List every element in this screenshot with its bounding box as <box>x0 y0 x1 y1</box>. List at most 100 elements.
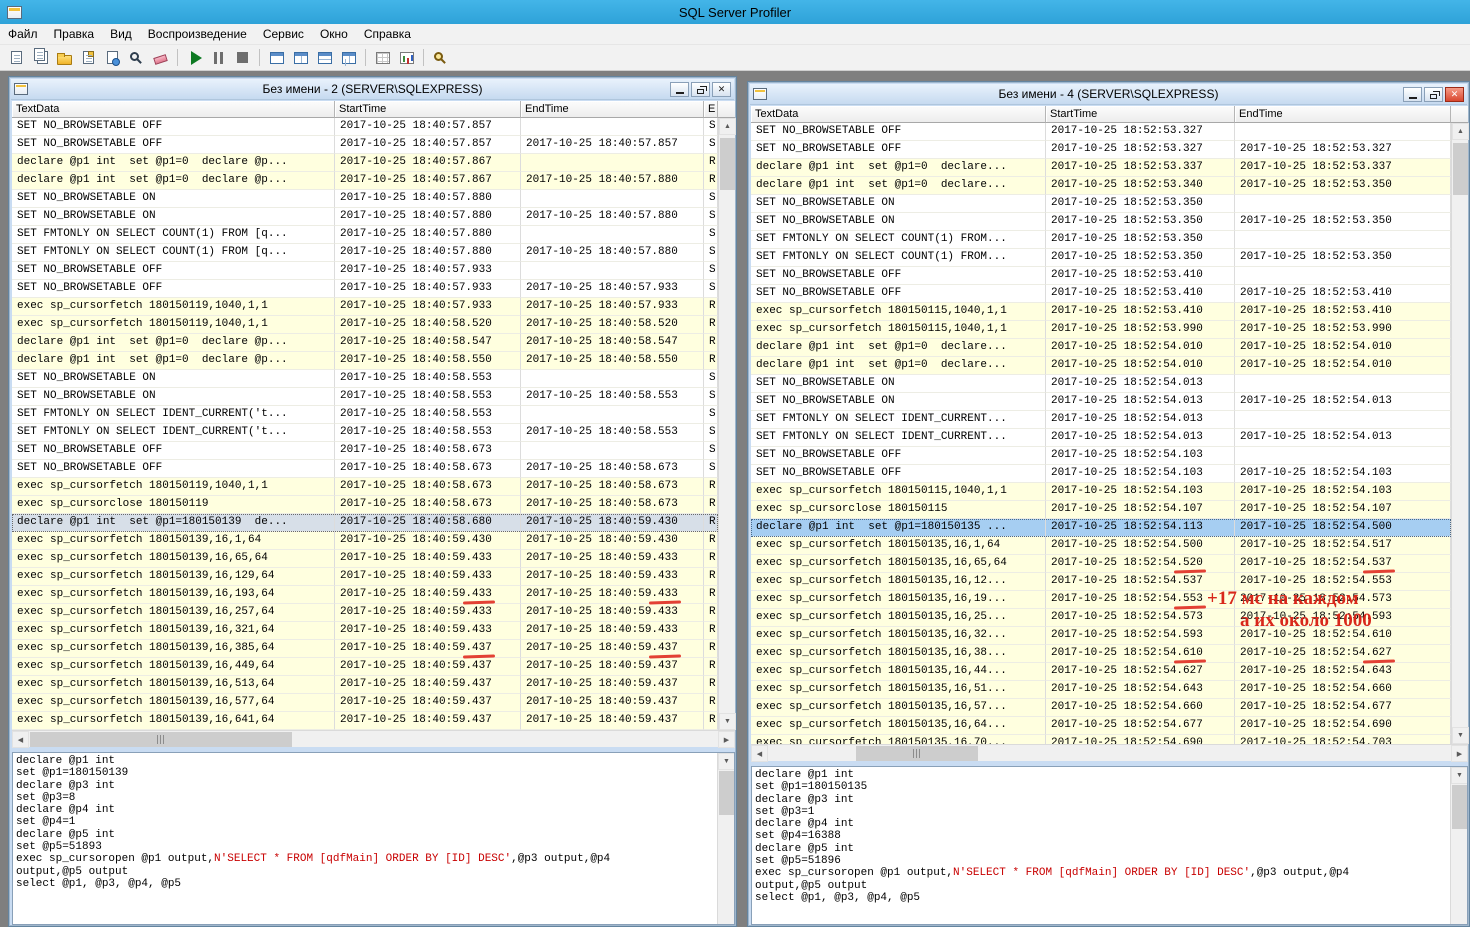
trace-row[interactable]: declare @p1 int set @p1=0 declare @p...2… <box>12 172 718 190</box>
trace-row[interactable]: exec sp_cursorfetch 180150115,1040,1,120… <box>751 321 1451 339</box>
trace-row[interactable]: SET NO_BROWSETABLE OFF2017-10-25 18:40:5… <box>12 118 718 136</box>
column-header-starttime[interactable]: StartTime <box>335 101 521 118</box>
trace-row[interactable]: SET FMTONLY ON SELECT COUNT(1) FROM [q..… <box>12 226 718 244</box>
trace-row[interactable]: SET NO_BROWSETABLE ON2017-10-25 18:52:53… <box>751 213 1451 231</box>
trace-row[interactable]: SET FMTONLY ON SELECT COUNT(1) FROM...20… <box>751 249 1451 267</box>
trace-row[interactable]: SET NO_BROWSETABLE ON2017-10-25 18:52:54… <box>751 393 1451 411</box>
trace-row[interactable]: exec sp_cursorfetch 180150115,1040,1,120… <box>751 303 1451 321</box>
trace-row[interactable]: SET NO_BROWSETABLE OFF2017-10-25 18:40:5… <box>12 442 718 460</box>
column-header-starttime[interactable]: StartTime <box>1046 106 1235 123</box>
window-tile-icon[interactable] <box>337 47 360 68</box>
scrollbar-thumb[interactable] <box>720 138 735 190</box>
trace-row[interactable]: SET FMTONLY ON SELECT IDENT_CURRENT('t..… <box>12 424 718 442</box>
grid-horizontal-scrollbar[interactable]: ◀ ▶ <box>12 730 735 747</box>
scrollbar-thumb[interactable] <box>1452 785 1467 829</box>
new-trace-icon[interactable] <box>5 47 28 68</box>
trace-row[interactable]: SET NO_BROWSETABLE ON2017-10-25 18:52:54… <box>751 375 1451 393</box>
column-header-textdata[interactable]: TextData <box>751 106 1046 123</box>
trace-row[interactable]: SET NO_BROWSETABLE ON2017-10-25 18:40:57… <box>12 208 718 226</box>
trace-row[interactable]: SET FMTONLY ON SELECT IDENT_CURRENT...20… <box>751 429 1451 447</box>
scrollbar-thumb[interactable] <box>1453 143 1468 195</box>
trace-row[interactable]: exec sp_cursorclose 1801501192017-10-25 … <box>12 496 718 514</box>
trace-row[interactable]: exec sp_cursorfetch 180150119,1040,1,120… <box>12 316 718 334</box>
stop-trace-icon[interactable] <box>231 47 254 68</box>
trace-row[interactable]: SET NO_BROWSETABLE OFF2017-10-25 18:40:5… <box>12 280 718 298</box>
trace-row[interactable]: SET NO_BROWSETABLE OFF2017-10-25 18:52:5… <box>751 465 1451 483</box>
menu-item-6[interactable]: Окно <box>312 25 356 43</box>
scroll-right-icon[interactable]: ▶ <box>718 731 735 748</box>
trace-row[interactable]: declare @p1 int set @p1=180150139 de...2… <box>12 514 718 532</box>
trace-row[interactable]: exec sp_cursorfetch 180150139,16,641,642… <box>12 712 718 730</box>
close-button[interactable]: ✕ <box>1445 87 1464 102</box>
scrollbar-thumb[interactable] <box>856 746 978 761</box>
trace-row[interactable]: exec sp_cursorfetch 180150135,16,12...20… <box>751 573 1451 591</box>
trace-row[interactable]: exec sp_cursorfetch 180150139,16,193,642… <box>12 586 718 604</box>
menu-item-5[interactable]: Сервис <box>255 25 312 43</box>
trace-row[interactable]: SET NO_BROWSETABLE OFF2017-10-25 18:52:5… <box>751 123 1451 141</box>
minimize-button[interactable] <box>1403 87 1422 102</box>
scroll-left-icon[interactable]: ◀ <box>12 731 29 748</box>
window-view-icon[interactable] <box>265 47 288 68</box>
find-icon[interactable] <box>125 47 148 68</box>
scroll-up-icon[interactable]: ▲ <box>719 118 736 135</box>
scrollbar-thumb[interactable] <box>30 732 292 747</box>
trace-row[interactable]: SET NO_BROWSETABLE ON2017-10-25 18:40:57… <box>12 190 718 208</box>
trace-row[interactable]: exec sp_cursorfetch 180150139,16,1,64201… <box>12 532 718 550</box>
trace-row[interactable]: SET FMTONLY ON SELECT IDENT_CURRENT('t..… <box>12 406 718 424</box>
clear-trace-icon[interactable] <box>149 47 172 68</box>
trace-row[interactable]: declare @p1 int set @p1=0 declare @p...2… <box>12 352 718 370</box>
trace-row[interactable]: SET NO_BROWSETABLE ON2017-10-25 18:40:58… <box>12 388 718 406</box>
scroll-up-icon[interactable]: ▲ <box>1452 123 1469 140</box>
autoscroll-grid-icon[interactable] <box>371 47 394 68</box>
scroll-left-icon[interactable]: ◀ <box>751 745 768 762</box>
trace-row[interactable]: SET FMTONLY ON SELECT COUNT(1) FROM...20… <box>751 231 1451 249</box>
menu-item-3[interactable]: Вид <box>102 25 140 43</box>
scroll-down-icon[interactable]: ▼ <box>719 713 736 730</box>
column-header-endtime[interactable]: EndTime <box>1235 106 1451 123</box>
trace-row[interactable]: SET NO_BROWSETABLE OFF2017-10-25 18:52:5… <box>751 285 1451 303</box>
trace-row[interactable]: SET NO_BROWSETABLE ON2017-10-25 18:40:58… <box>12 370 718 388</box>
menu-item-7[interactable]: Справка <box>356 25 419 43</box>
trace-row[interactable]: exec sp_cursorfetch 180150135,16,1,64201… <box>751 537 1451 555</box>
start-trace-icon[interactable] <box>183 47 206 68</box>
trace-row[interactable]: exec sp_cursorfetch 180150139,16,385,642… <box>12 640 718 658</box>
close-button[interactable]: ✕ <box>712 82 731 97</box>
trace-row[interactable]: declare @p1 int set @p1=0 declare...2017… <box>751 357 1451 375</box>
scroll-down-icon[interactable]: ▼ <box>1451 767 1468 784</box>
detail-vertical-scrollbar[interactable]: ▲ ▼ <box>1450 767 1467 924</box>
trace-row[interactable]: exec sp_cursorfetch 180150139,16,321,642… <box>12 622 718 640</box>
trace-row[interactable]: SET NO_BROWSETABLE OFF2017-10-25 18:52:5… <box>751 141 1451 159</box>
trace-row[interactable]: exec sp_cursorfetch 180150119,1040,1,120… <box>12 298 718 316</box>
trace-row[interactable]: declare @p1 int set @p1=0 declare...2017… <box>751 177 1451 195</box>
trace-row[interactable]: exec sp_cursorfetch 180150119,1040,1,120… <box>12 478 718 496</box>
trace-row[interactable]: exec sp_cursorfetch 180150135,16,32...20… <box>751 627 1451 645</box>
column-header-endtime[interactable]: EndTime <box>521 101 704 118</box>
minimize-button[interactable] <box>670 82 689 97</box>
trace-row[interactable]: exec sp_cursorfetch 180150139,16,257,642… <box>12 604 718 622</box>
grid-horizontal-scrollbar[interactable]: ◀ ▶ <box>751 744 1468 761</box>
trace-row[interactable]: SET NO_BROWSETABLE OFF2017-10-25 18:52:5… <box>751 267 1451 285</box>
menu-item-2[interactable]: Правка <box>46 25 103 43</box>
trace-row[interactable]: SET NO_BROWSETABLE ON2017-10-25 18:52:53… <box>751 195 1451 213</box>
column-header-textdata[interactable]: TextData <box>12 101 335 118</box>
trace-row[interactable]: SET NO_BROWSETABLE OFF2017-10-25 18:40:5… <box>12 136 718 154</box>
scroll-right-icon[interactable]: ▶ <box>1451 745 1468 762</box>
trace-row[interactable]: declare @p1 int set @p1=0 declare...2017… <box>751 159 1451 177</box>
scroll-down-icon[interactable]: ▼ <box>718 753 735 770</box>
trace-row[interactable]: SET NO_BROWSETABLE OFF2017-10-25 18:52:5… <box>751 447 1451 465</box>
pause-trace-icon[interactable] <box>207 47 230 68</box>
trace-row[interactable]: exec sp_cursorfetch 180150135,16,44...20… <box>751 663 1451 681</box>
trace-row[interactable]: exec sp_cursorfetch 180150115,1040,1,120… <box>751 483 1451 501</box>
trace-row[interactable]: declare @p1 int set @p1=0 declare @p...2… <box>12 334 718 352</box>
trace-row[interactable]: declare @p1 int set @p1=180150135 ...201… <box>751 519 1451 537</box>
trace-properties-icon[interactable] <box>101 47 124 68</box>
trace-row[interactable]: declare @p1 int set @p1=0 declare...2017… <box>751 339 1451 357</box>
trace-row[interactable]: exec sp_cursorfetch 180150139,16,513,642… <box>12 676 718 694</box>
trace-row[interactable]: exec sp_cursorfetch 180150139,16,65,6420… <box>12 550 718 568</box>
zoom-trace-icon[interactable] <box>429 47 452 68</box>
trace-row[interactable]: SET FMTONLY ON SELECT IDENT_CURRENT...20… <box>751 411 1451 429</box>
trace-row[interactable]: exec sp_cursorfetch 180150139,16,129,642… <box>12 568 718 586</box>
trace-window-2-title-bar[interactable]: Без имени - 2 (SERVER\SQLEXPRESS) ✕ <box>11 79 734 100</box>
trace-row[interactable]: exec sp_cursorfetch 180150135,16,65,6420… <box>751 555 1451 573</box>
trace-chart-icon[interactable] <box>395 47 418 68</box>
